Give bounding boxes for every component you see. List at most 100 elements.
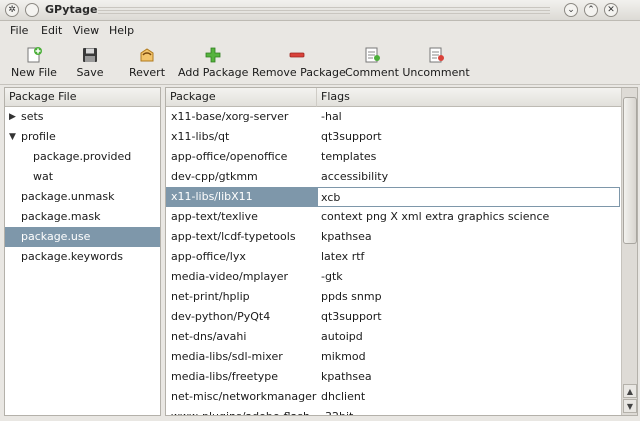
package-cell: media-video/mplayer <box>171 270 288 283</box>
package-cell: dev-python/PyQt4 <box>171 310 271 323</box>
table-row[interactable]: media-libs/sdl-mixer mikmod <box>166 347 621 367</box>
flags-cell[interactable]: autoipd <box>321 327 363 347</box>
flags-cell[interactable]: -hal <box>321 107 342 127</box>
tree-item-package-mask[interactable]: package.mask <box>5 207 160 227</box>
package-file-header[interactable]: Package File <box>5 88 160 107</box>
flags-cell[interactable]: kpathsea <box>321 367 372 387</box>
save-button[interactable]: Save <box>68 43 112 83</box>
tree-item-label: package.use <box>21 230 91 243</box>
flags-cell[interactable]: -gtk <box>321 267 343 287</box>
tree-item-profile[interactable]: ▼ profile <box>5 127 160 147</box>
add-package-button[interactable]: Add Package <box>178 43 248 83</box>
table-row[interactable]: app-text/lcdf-typetools kpathsea <box>166 227 621 247</box>
toolbar: New File Save Revert Add Package Remove … <box>0 41 640 85</box>
menu-help[interactable]: Help <box>109 24 134 37</box>
uncomment-button[interactable]: Uncomment <box>402 43 470 83</box>
menu-bar: File Edit View Help <box>0 21 640 41</box>
add-package-label: Add Package <box>178 66 249 79</box>
uncomment-label: Uncomment <box>402 66 470 79</box>
package-flags-table[interactable]: Package Flags x11-base/xorg-server -hal x… <box>165 87 638 416</box>
table-row[interactable]: net-print/hplip ppds snmp <box>166 287 621 307</box>
flags-column-header[interactable]: Flags <box>317 88 621 107</box>
flags-cell[interactable]: qt3support <box>321 307 382 327</box>
flags-cell[interactable]: ppds snmp <box>321 287 382 307</box>
tree-item-label: package.unmask <box>21 190 115 203</box>
expander-collapsed-icon[interactable]: ▶ <box>9 107 19 127</box>
expander-expanded-icon[interactable]: ▼ <box>9 127 19 147</box>
flags-edit-value[interactable]: xcb <box>321 188 340 208</box>
package-cell: media-libs/freetype <box>171 370 279 383</box>
floppy-icon <box>83 48 97 62</box>
tree-item-package-keywords[interactable]: package.keywords <box>5 247 160 267</box>
package-cell: app-text/texlive <box>171 210 258 223</box>
package-cell: www-plugins/adobe-flash <box>171 407 310 415</box>
menu-edit[interactable]: Edit <box>41 24 62 37</box>
flags-cell[interactable]: accessibility <box>321 167 388 187</box>
package-cell: app-office/openoffice <box>171 150 288 163</box>
menu-view[interactable]: View <box>73 24 99 37</box>
tree-item-label: package.mask <box>21 210 101 223</box>
table-row[interactable]: net-misc/networkmanager dhclient <box>166 387 621 407</box>
scroll-up-icon[interactable]: ▲ <box>623 384 637 398</box>
tree-item-package-use[interactable]: package.use <box>5 227 160 247</box>
maximize-icon[interactable]: ⌃ <box>584 3 598 17</box>
tree-item-package-provided[interactable]: package.provided <box>5 147 160 167</box>
package-cell: net-dns/avahi <box>171 330 247 343</box>
package-cell: media-libs/sdl-mixer <box>171 350 283 363</box>
window-menu-icon[interactable]: ✲ <box>5 3 19 17</box>
scroll-down-icon[interactable]: ▼ <box>623 399 637 413</box>
table-row[interactable]: media-libs/freetype kpathsea <box>166 367 621 387</box>
table-row[interactable]: dev-python/PyQt4 qt3support <box>166 307 621 327</box>
flags-edit-field[interactable]: xcb <box>317 187 620 207</box>
package-cell: dev-cpp/gtkmm <box>171 170 258 183</box>
new-file-button[interactable]: New File <box>6 43 62 83</box>
new-file-label: New File <box>11 66 57 79</box>
table-row[interactable]: x11-libs/qt qt3support <box>166 127 621 147</box>
tree-item-wat[interactable]: wat <box>5 167 160 187</box>
package-column-header[interactable]: Package <box>166 88 317 107</box>
table-row[interactable]: dev-cpp/gtkmm accessibility <box>166 167 621 187</box>
table-row[interactable]: app-office/openoffice templates <box>166 147 621 167</box>
tree-item-label: profile <box>21 130 56 143</box>
flags-cell[interactable]: templates <box>321 147 376 167</box>
menu-file[interactable]: File <box>10 24 28 37</box>
comment-label: Comment <box>345 66 399 79</box>
minimize-icon[interactable]: ⌄ <box>564 3 578 17</box>
comment-button[interactable]: Comment <box>344 43 400 83</box>
uncomment-icon <box>429 47 444 63</box>
flags-cell[interactable]: qt3support <box>321 127 382 147</box>
minus-icon <box>289 52 305 58</box>
table-row[interactable]: app-text/texlive context png X xml extra … <box>166 207 621 227</box>
revert-icon <box>140 48 154 62</box>
package-cell: app-text/lcdf-typetools <box>171 230 296 243</box>
table-row[interactable]: x11-base/xorg-server -hal <box>166 107 621 127</box>
flags-cell[interactable]: dhclient <box>321 387 365 407</box>
table-row[interactable]: www-plugins/adobe-flash -32bit <box>166 407 621 415</box>
flags-cell[interactable]: context png X xml extra graphics science <box>321 207 549 227</box>
package-file-tree[interactable]: Package File ▶ sets ▼ profile package.pr… <box>4 87 161 416</box>
table-row[interactable]: app-office/lyx latex rtf <box>166 247 621 267</box>
revert-label: Revert <box>128 66 166 79</box>
close-icon[interactable]: ✕ <box>604 3 618 17</box>
flags-cell[interactable]: kpathsea <box>321 227 372 247</box>
remove-package-button[interactable]: Remove Package <box>252 43 346 83</box>
flags-cell[interactable]: mikmod <box>321 347 366 367</box>
table-row[interactable]: media-video/mplayer -gtk <box>166 267 621 287</box>
title-bar-grip <box>98 7 550 14</box>
tree-item-label: package.provided <box>33 150 132 163</box>
flags-cell[interactable]: latex rtf <box>321 247 364 267</box>
flags-cell[interactable]: -32bit <box>321 407 353 415</box>
package-cell: x11-base/xorg-server <box>171 110 289 123</box>
new-file-icon <box>27 47 42 63</box>
tree-item-sets[interactable]: ▶ sets <box>5 107 160 127</box>
plus-icon <box>205 47 221 63</box>
window-title: GPytage <box>45 3 98 16</box>
table-row-selected[interactable]: x11-libs/libX11 xcb <box>166 187 621 207</box>
table-row[interactable]: net-dns/avahi autoipd <box>166 327 621 347</box>
revert-button[interactable]: Revert <box>124 43 170 83</box>
sticky-icon[interactable] <box>25 3 39 17</box>
scrollbar-thumb[interactable] <box>623 97 637 244</box>
vertical-scrollbar[interactable]: ▲ ▼ <box>621 88 637 415</box>
package-cell: x11-libs/libX11 <box>171 190 253 203</box>
tree-item-package-unmask[interactable]: package.unmask <box>5 187 160 207</box>
